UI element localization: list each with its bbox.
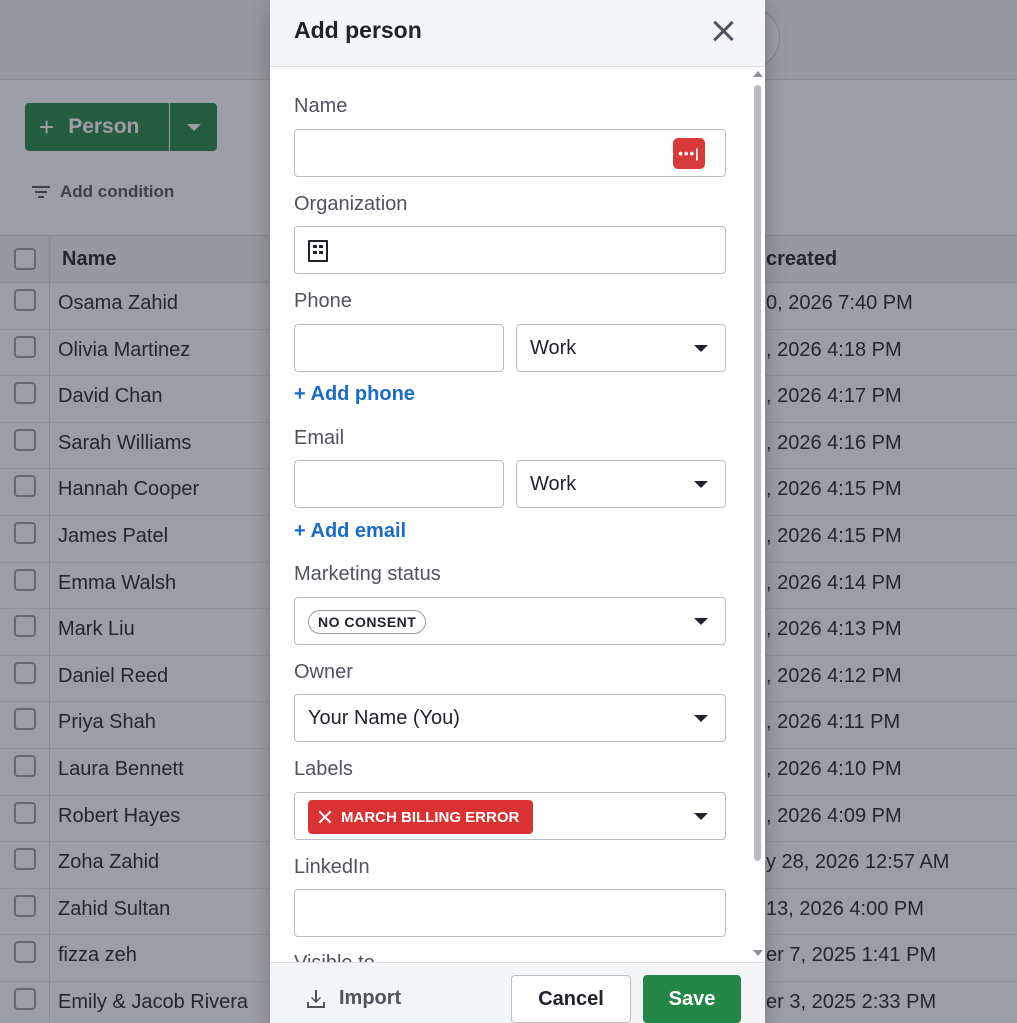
phone-label: Phone [294,290,352,312]
owner-label: Owner [294,661,353,683]
dialog-scrollbar[interactable] [752,71,763,961]
organization-label: Organization [294,193,408,215]
phone-input[interactable] [294,324,504,372]
marketing-status-select[interactable]: NO CONSENT [294,597,726,645]
add-person-dialog: Add person Name •••| Organization Phone … [270,0,765,1023]
email-type-value: Work [530,473,577,495]
marketing-status-label: Marketing status [294,563,441,585]
import-button[interactable]: Import [307,987,401,1010]
password-manager-icon[interactable]: •••| [673,138,705,169]
scroll-up-icon[interactable] [753,71,763,77]
dialog-footer: Import Cancel Save [270,962,765,1023]
phone-type-select[interactable]: Work [516,324,726,372]
marketing-status-badge: NO CONSENT [308,610,427,634]
owner-select[interactable]: Your Name (You) [294,694,726,742]
email-input[interactable] [294,460,504,508]
visible-to-label: Visible to [294,952,375,962]
organization-input[interactable] [294,226,726,274]
labels-select[interactable]: MARCH BILLING ERROR [294,792,726,840]
chevron-down-icon [694,618,708,625]
add-email-link[interactable]: + Add email [294,520,406,543]
name-label: Name [294,95,348,117]
linkedin-input[interactable] [294,889,726,937]
chevron-down-icon [694,813,708,820]
add-phone-link[interactable]: + Add phone [294,383,415,406]
scroll-down-icon[interactable] [753,950,763,956]
label-tag: MARCH BILLING ERROR [308,800,534,834]
scroll-thumb[interactable] [754,85,761,861]
dialog-header: Add person [270,0,765,67]
name-input[interactable]: •••| [294,129,726,177]
import-icon [307,989,325,1008]
owner-value: Your Name (You) [308,707,460,729]
label-tag-text: MARCH BILLING ERROR [341,808,520,826]
linkedin-label: LinkedIn [294,856,370,878]
chevron-down-icon [694,715,708,722]
cancel-button[interactable]: Cancel [511,975,631,1023]
chevron-down-icon [694,481,708,488]
building-icon [308,240,328,262]
dialog-body: Name •••| Organization Phone Work + Add … [270,68,765,962]
remove-label-icon[interactable] [318,810,332,824]
close-icon[interactable] [710,18,736,44]
dialog-title: Add person [294,17,422,43]
import-label: Import [339,987,402,1009]
chevron-down-icon [694,345,708,352]
save-button[interactable]: Save [643,975,741,1023]
phone-type-value: Work [530,337,577,359]
email-label: Email [294,427,345,449]
email-type-select[interactable]: Work [516,460,726,508]
labels-label: Labels [294,758,353,780]
